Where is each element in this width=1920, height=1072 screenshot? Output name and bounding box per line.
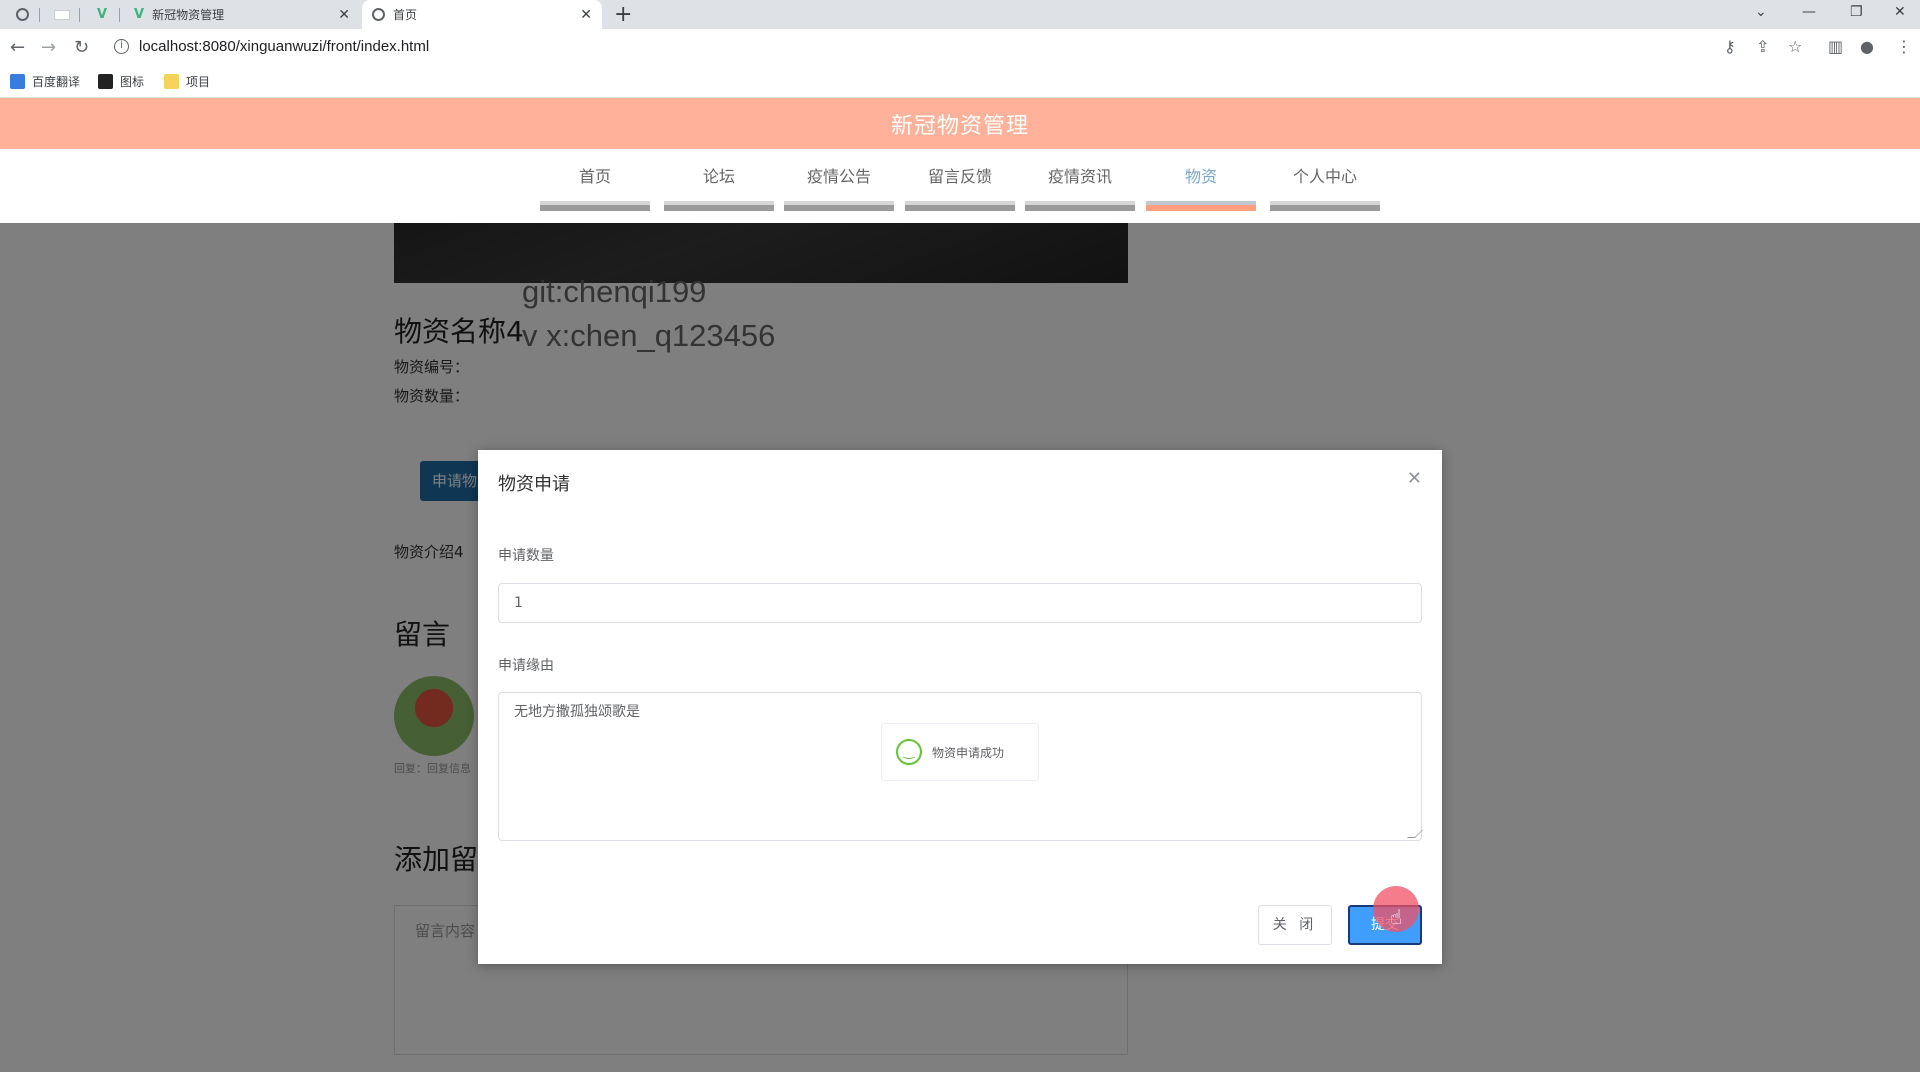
goods-apply-dialog: 物资申请 ✕ 申请数量 1 申请缘由 无地方撒孤独颂歌是 ‿ 物资申请成功 关 …	[478, 450, 1442, 964]
reload-icon[interactable]: ↻	[74, 37, 89, 58]
resize-handle[interactable]	[1407, 830, 1423, 838]
menu-icon[interactable]: ⋮	[1896, 37, 1912, 56]
reason-label: 申请缘由	[498, 658, 554, 674]
reason-text: 无地方撒孤独颂歌是	[514, 704, 640, 720]
profile-icon[interactable]: ●	[1860, 37, 1874, 56]
watermark-line1: git:chenqi199	[522, 274, 707, 309]
back-icon[interactable]: ←	[10, 37, 25, 58]
nav-feedback[interactable]: 留言反馈	[905, 163, 1015, 211]
tab-home[interactable]: 首页 ✕	[362, 0, 602, 29]
nav-news[interactable]: 疫情资讯	[1025, 163, 1135, 211]
close-button[interactable]: 关 闭	[1258, 905, 1332, 945]
close-icon[interactable]: ✕	[338, 7, 350, 23]
dialog-title: 物资申请	[498, 474, 570, 495]
bookmark-icons[interactable]: 图标	[98, 73, 144, 90]
close-icon[interactable]: ✕	[580, 7, 592, 23]
pinned-tab-2[interactable]	[44, 0, 80, 29]
nav-forum[interactable]: 论坛	[664, 163, 774, 211]
success-toast: ‿ 物资申请成功	[881, 723, 1039, 781]
folder-icon	[164, 74, 179, 89]
globe-icon	[372, 8, 385, 21]
address-bar[interactable]: localhost:8080/xinguanwuzi/front/index.h…	[139, 38, 429, 55]
toast-text: 物资申请成功	[932, 745, 1005, 760]
browser-tabstrip: V V 新冠物资管理 ✕ 首页 ✕ + ⌄ — ❐ ✕	[0, 0, 1920, 29]
tab-xinguan[interactable]: V 新冠物资管理 ✕	[124, 0, 360, 29]
star-icon[interactable]: ☆	[1788, 37, 1802, 56]
new-tab-icon[interactable]: +	[614, 2, 632, 27]
sidepanel-icon[interactable]: ▥	[1828, 37, 1843, 56]
tab-title: 首页	[393, 8, 418, 22]
info-icon[interactable]: i	[114, 39, 129, 54]
forward-icon[interactable]: →	[41, 37, 56, 58]
chevron-down-icon[interactable]: ⌄	[1755, 4, 1767, 20]
nav-goods[interactable]: 物资	[1146, 163, 1256, 211]
nav-announcement[interactable]: 疫情公告	[784, 163, 894, 211]
minimize-icon[interactable]: —	[1802, 4, 1816, 20]
site-title: 新冠物资管理	[890, 113, 1029, 139]
page: 新冠物资管理 首页 论坛 疫情公告 留言反馈 疫情资讯 物资 个人中心 物资名称…	[0, 98, 1920, 1072]
bookmark-baidu-translate[interactable]: 百度翻译	[10, 73, 80, 90]
share-icon[interactable]: ⇪	[1756, 37, 1769, 56]
key-icon[interactable]: ⚷	[1724, 37, 1736, 56]
hand-cursor-icon: ☝	[1390, 905, 1403, 929]
site-header: 新冠物资管理	[0, 98, 1920, 149]
smile-icon: ‿	[896, 739, 922, 765]
window-close-icon[interactable]: ✕	[1894, 4, 1906, 20]
bookmarks-bar: 百度翻译 图标 项目	[0, 66, 1920, 98]
blank-page-icon	[54, 9, 70, 20]
image-icon	[98, 74, 113, 89]
nav-home[interactable]: 首页	[540, 163, 650, 211]
translate-icon	[10, 74, 25, 89]
bookmark-project[interactable]: 项目	[164, 73, 210, 90]
pinned-tab-1[interactable]	[4, 0, 40, 29]
site-nav: 首页 论坛 疫情公告 留言反馈 疫情资讯 物资 个人中心	[0, 149, 1920, 223]
tab-title: 新冠物资管理	[152, 8, 225, 22]
watermark-line2: v x:chen_q123456	[522, 318, 776, 353]
nav-profile[interactable]: 个人中心	[1270, 163, 1380, 211]
pinned-tab-3[interactable]: V	[84, 0, 120, 29]
qty-input[interactable]: 1	[498, 583, 1422, 623]
qty-label: 申请数量	[498, 548, 554, 564]
vue-icon: V	[134, 7, 145, 22]
restore-icon[interactable]: ❐	[1850, 4, 1863, 20]
browser-toolbar: ← → ↻ i localhost:8080/xinguanwuzi/front…	[0, 29, 1920, 66]
vue-icon: V	[96, 7, 108, 22]
globe-icon	[15, 8, 29, 21]
close-icon[interactable]: ✕	[1407, 468, 1422, 489]
